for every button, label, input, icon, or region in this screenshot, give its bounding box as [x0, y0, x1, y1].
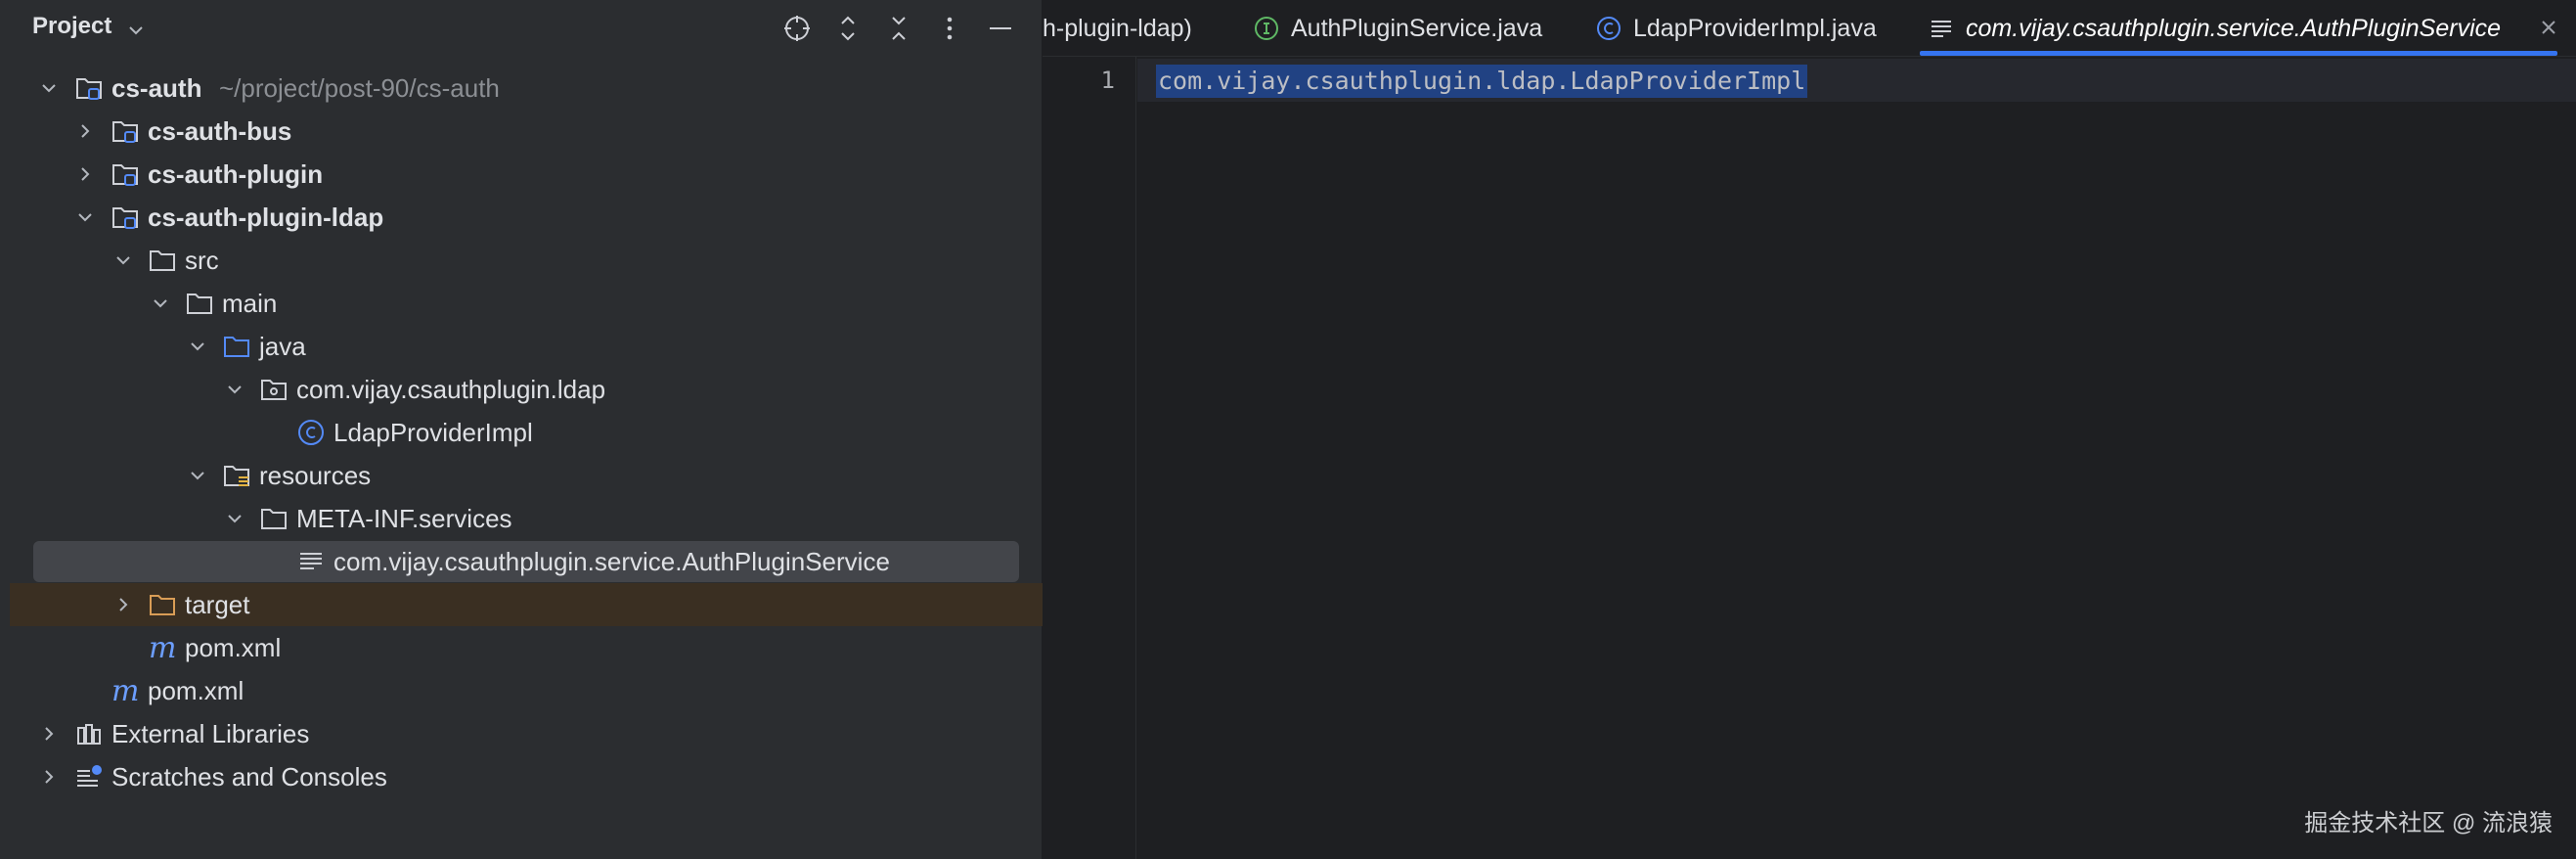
expand-collapse-icon[interactable]: [829, 10, 866, 47]
code-line-selected[interactable]: com.vijay.csauthplugin.ldap.LdapProvider…: [1156, 65, 1808, 98]
tree-node-label: cs-auth-bus: [148, 116, 292, 146]
svg-text:m: m: [149, 633, 176, 662]
tree-node-label: cs-auth: [111, 73, 202, 103]
tree-node-cs-auth-bus[interactable]: cs-auth-bus: [0, 110, 1043, 153]
tab-label: AuthPluginService.java: [1291, 15, 1543, 42]
editor-area: h-plugin-ldap) AuthPluginService.java Ld…: [1043, 0, 2576, 859]
chevron-down-icon[interactable]: [224, 508, 245, 529]
resources-folder-icon: [224, 466, 249, 486]
tree-node-label: cs-auth-plugin: [148, 159, 324, 189]
libraries-icon: [77, 724, 101, 745]
module-folder-icon: [112, 164, 138, 186]
tree-node-service-file[interactable]: com.vijay.csauthplugin.service.AuthPlugi…: [0, 540, 1043, 583]
tree-node-cs-auth-plugin[interactable]: cs-auth-plugin: [0, 153, 1043, 196]
tree-node-external-libraries[interactable]: External Libraries: [0, 712, 1043, 755]
tree-node-label: main: [222, 289, 278, 318]
chevron-down-icon[interactable]: [74, 206, 96, 228]
chevron-down-icon[interactable]: [150, 293, 171, 314]
tree-node-label: com.vijay.csauthplugin.ldap: [296, 375, 606, 404]
scratches-icon: [77, 765, 102, 787]
tree-node-cs-auth-plugin-ldap[interactable]: cs-auth-plugin-ldap: [0, 196, 1043, 239]
tree-node-label: LdapProviderImpl: [333, 418, 533, 447]
class-icon: [298, 420, 324, 445]
module-folder-icon: [112, 121, 138, 143]
tree-node-label: com.vijay.csauthplugin.service.AuthPlugi…: [333, 547, 890, 576]
tree-node-resources[interactable]: resources: [0, 454, 1043, 497]
tree-node-label: src: [185, 246, 219, 275]
editor-tab-bar: h-plugin-ldap) AuthPluginService.java Ld…: [1043, 0, 2576, 57]
package-icon: [261, 380, 287, 400]
tree-node-ldap-provider-impl[interactable]: LdapProviderImpl: [0, 411, 1043, 454]
tree-node-meta-inf-services[interactable]: META-INF.services: [0, 497, 1043, 540]
chevron-down-icon[interactable]: [187, 336, 208, 357]
chevron-right-icon[interactable]: [74, 163, 96, 185]
line-number: 1: [1100, 67, 1115, 94]
interface-icon: [1255, 17, 1278, 40]
tab-label: LdapProviderImpl.java: [1633, 15, 1877, 42]
tab-auth-plugin-service-file[interactable]: com.vijay.csauthplugin.service.AuthPlugi…: [1929, 0, 2574, 57]
tab-label: h-plugin-ldap): [1043, 15, 1192, 42]
tree-node-label: External Libraries: [111, 719, 310, 748]
chevron-down-icon[interactable]: [125, 20, 147, 41]
tree-node-src[interactable]: src: [0, 239, 1043, 282]
tree-node-pom-inner[interactable]: m pom.xml: [0, 626, 1043, 669]
maven-icon: m: [111, 676, 139, 705]
folder-icon: [261, 509, 287, 529]
chevron-down-icon[interactable]: [224, 379, 245, 400]
chevron-down-icon[interactable]: [38, 77, 60, 99]
tab-label: com.vijay.csauthplugin.service.AuthPlugi…: [1966, 15, 2502, 42]
tree-node-label: pom.xml: [148, 676, 244, 705]
chevron-right-icon[interactable]: [74, 120, 96, 142]
svg-text:m: m: [111, 676, 139, 705]
tree-node-path-hint: ~/project/post-90/cs-auth: [219, 73, 500, 103]
chevron-right-icon[interactable]: [38, 723, 60, 745]
locate-target-icon[interactable]: [778, 10, 816, 47]
tree-node-label: resources: [259, 461, 372, 490]
tree-node-label: target: [185, 590, 250, 619]
tree-node-target[interactable]: target: [10, 583, 1043, 626]
tree-node-pom-root[interactable]: m pom.xml: [0, 669, 1043, 712]
text-file-icon: [1932, 21, 1951, 37]
collapse-all-icon[interactable]: [880, 10, 917, 47]
project-tool-window: Project cs-auth ~/project/post-90/cs-aut…: [0, 0, 1043, 859]
folder-icon: [187, 294, 212, 314]
chevron-down-icon[interactable]: [112, 249, 134, 271]
active-tab-indicator: [1920, 51, 2557, 56]
tree-node-java[interactable]: java: [0, 325, 1043, 368]
chevron-right-icon[interactable]: [112, 594, 134, 615]
tree-node-label: META-INF.services: [296, 504, 512, 533]
tree-node-cs-auth[interactable]: cs-auth ~/project/post-90/cs-auth: [0, 67, 1043, 110]
source-folder-icon: [224, 337, 249, 357]
module-folder-icon: [112, 207, 138, 229]
close-icon[interactable]: [2539, 18, 2558, 37]
chevron-right-icon[interactable]: [38, 766, 60, 788]
tree-node-label: Scratches and Consoles: [111, 762, 387, 791]
maven-icon: m: [149, 633, 176, 662]
tree-node-main[interactable]: main: [0, 282, 1043, 325]
more-options-icon[interactable]: [931, 10, 968, 47]
excluded-folder-icon: [150, 595, 175, 615]
tree-node-scratches[interactable]: Scratches and Consoles: [0, 755, 1043, 798]
tree-node-label: pom.xml: [185, 633, 282, 662]
class-icon: [1597, 17, 1621, 40]
tab-cs-auth-plugin-ldap[interactable]: h-plugin-ldap): [1043, 0, 1192, 57]
chevron-down-icon[interactable]: [187, 465, 208, 486]
tree-node-label: cs-auth-plugin-ldap: [148, 203, 384, 232]
ide-window: Project cs-auth ~/project/post-90/cs-aut…: [0, 0, 2576, 859]
hide-panel-icon[interactable]: [982, 10, 1019, 47]
text-file-icon: [300, 553, 322, 569]
project-panel-title[interactable]: Project: [32, 13, 111, 40]
project-panel-header: Project: [0, 0, 1043, 57]
folder-icon: [150, 250, 175, 271]
module-folder-icon: [76, 78, 102, 100]
tree-node-label: java: [259, 332, 306, 361]
watermark: 掘金技术社区 @ 流浪猿: [2304, 810, 2553, 836]
tree-node-package[interactable]: com.vijay.csauthplugin.ldap: [0, 368, 1043, 411]
line-number-gutter: 1: [1043, 57, 1136, 859]
